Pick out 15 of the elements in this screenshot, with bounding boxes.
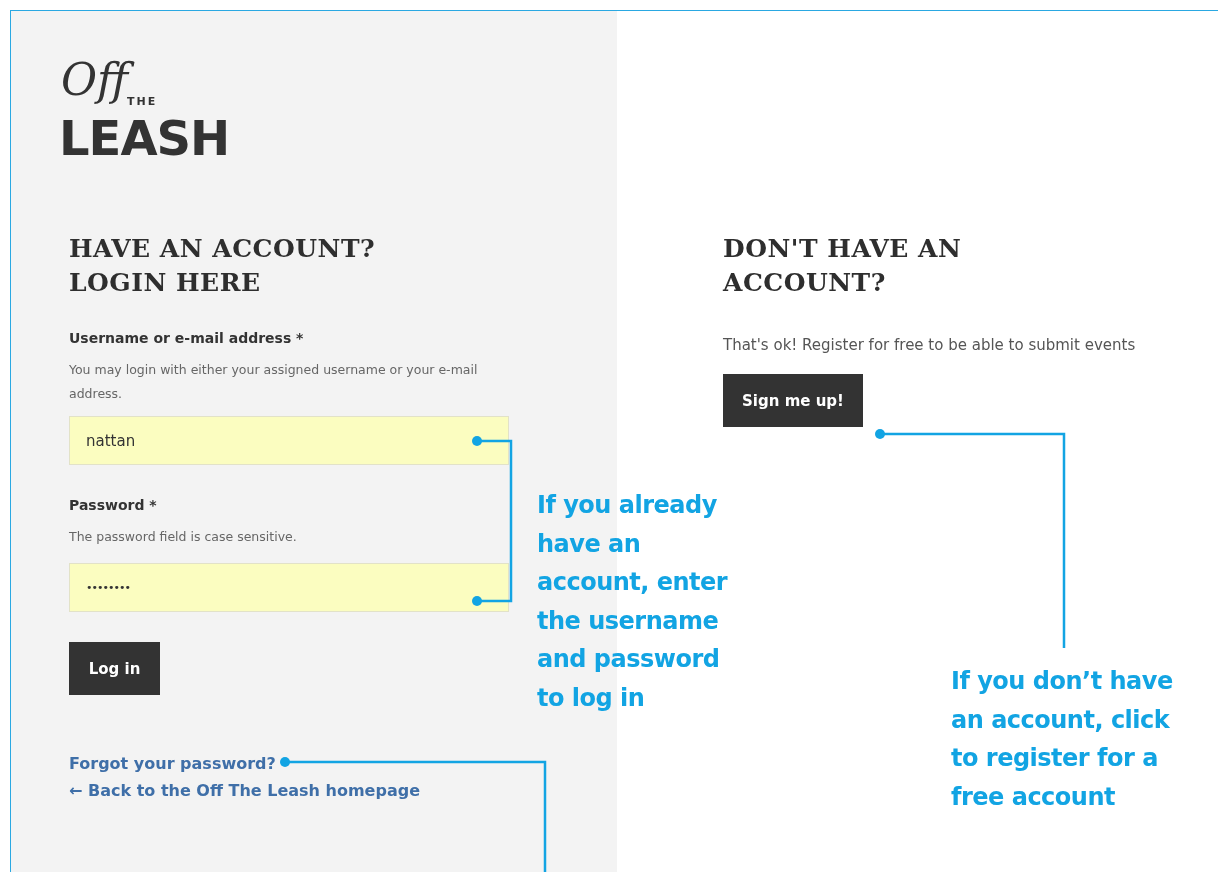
login-heading: HAVE AN ACCOUNT? LOGIN HERE: [69, 233, 377, 299]
signup-button[interactable]: Sign me up!: [723, 374, 863, 427]
login-button[interactable]: Log in: [69, 642, 160, 695]
field-hint: The password field is case sensitive.: [69, 528, 298, 546]
annotation-text: If you already have an account, enter the username and password to log in: [537, 490, 729, 714]
homepage-link[interactable]: ← Back to the Off The Leash homepage: [69, 781, 420, 800]
password-field[interactable]: ••••••••: [69, 563, 509, 612]
register-heading: DON'T HAVE AN ACCOUNT?: [723, 233, 963, 299]
forgot-password-link[interactable]: Forgot your password?: [69, 754, 276, 773]
username-field[interactable]: nattan: [69, 416, 509, 465]
annotation-text: If you don’t have an account, click to register for a free account: [951, 666, 1174, 813]
field-label: Password *: [69, 497, 157, 513]
field-hint: You may login with either your assigned username or your e-mail address.: [69, 361, 479, 403]
field-label: Username or e-mail address *: [69, 330, 304, 346]
register-text: That's ok! Register for free to be able to submit events: [723, 335, 1137, 356]
